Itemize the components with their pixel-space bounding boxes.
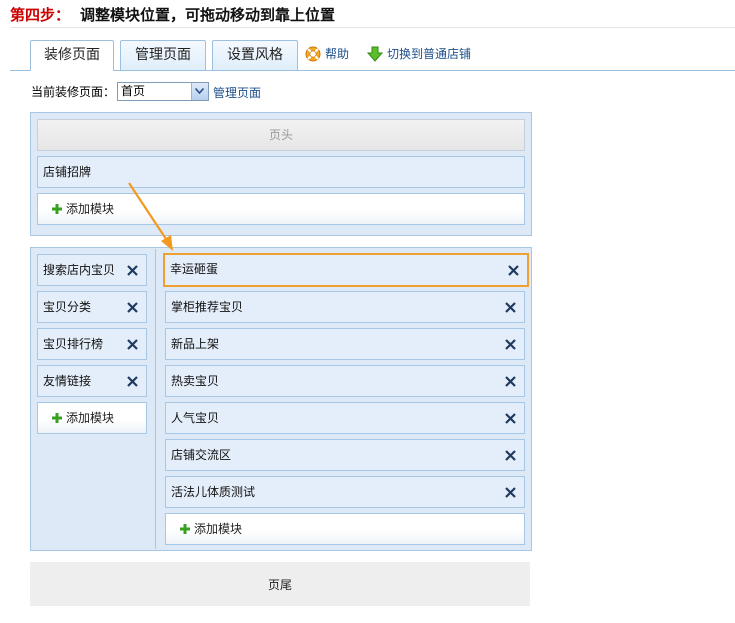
module-shop-sign[interactable]: 店铺招牌 <box>37 156 525 188</box>
close-icon <box>505 339 516 350</box>
plus-icon <box>52 413 62 423</box>
remove-module-button[interactable] <box>507 255 521 285</box>
remove-module-button[interactable] <box>126 366 140 396</box>
module-label: 宝贝排行榜 <box>43 337 104 351</box>
step-title: 第四步： 调整模块位置，可拖动移动到靠上位置 <box>10 4 335 26</box>
header-add-module-button[interactable]: 添加模块 <box>37 193 525 225</box>
help-label: 帮助 <box>325 47 350 61</box>
module-label: 店铺招牌 <box>43 165 92 179</box>
column-divider <box>155 249 156 549</box>
current-page-label: 当前装修页面： <box>31 85 116 99</box>
module-hot-items[interactable]: 热卖宝贝 <box>165 365 525 397</box>
page-select-value: 首页 <box>121 84 146 98</box>
switch-shop-label: 切换到普通店铺 <box>387 47 472 61</box>
plus-icon <box>52 204 62 214</box>
module-item-ranking[interactable]: 宝贝排行榜 <box>37 328 147 360</box>
down-arrow-icon <box>366 46 384 62</box>
close-icon <box>127 265 138 276</box>
tab-bar-line <box>10 70 735 71</box>
module-label: 人气宝贝 <box>171 411 220 425</box>
module-recommended-items[interactable]: 掌柜推荐宝贝 <box>165 291 525 323</box>
manage-page-link[interactable]: 管理页面 <box>213 86 261 100</box>
module-new-arrivals[interactable]: 新品上架 <box>165 328 525 360</box>
help-link[interactable]: 帮助 <box>305 44 349 64</box>
remove-module-button[interactable] <box>504 329 518 359</box>
add-module-label: 添加模块 <box>66 202 115 216</box>
module-constitution-test[interactable]: 活法儿体质测试 <box>165 476 525 508</box>
chevron-down-icon <box>195 88 204 94</box>
close-icon <box>127 376 138 387</box>
module-label: 搜索店内宝贝 <box>43 263 116 277</box>
select-arrow[interactable] <box>191 83 208 100</box>
close-icon <box>127 339 138 350</box>
page-footer-bar: 页尾 <box>30 562 530 606</box>
remove-module-button[interactable] <box>504 477 518 507</box>
tab-manage-page[interactable]: 管理页面 <box>120 40 206 70</box>
close-icon <box>505 302 516 313</box>
switch-shop-link[interactable]: 切换到普通店铺 <box>366 44 472 64</box>
close-icon <box>505 413 516 424</box>
left-add-module-button[interactable]: 添加模块 <box>37 402 147 434</box>
step-label: 第四步： <box>10 6 71 24</box>
close-icon <box>505 376 516 387</box>
remove-module-button[interactable] <box>504 366 518 396</box>
add-module-label: 添加模块 <box>194 522 243 536</box>
module-popular-items[interactable]: 人气宝贝 <box>165 402 525 434</box>
module-item-categories[interactable]: 宝贝分类 <box>37 291 147 323</box>
remove-module-button[interactable] <box>126 329 140 359</box>
remove-module-button[interactable] <box>126 292 140 322</box>
module-label: 幸运砸蛋 <box>170 262 219 276</box>
close-icon <box>505 487 516 498</box>
module-label: 热卖宝贝 <box>171 374 220 388</box>
module-label: 掌柜推荐宝贝 <box>171 300 244 314</box>
module-lucky-egg[interactable]: 幸运砸蛋 <box>163 253 529 287</box>
remove-module-button[interactable] <box>504 403 518 433</box>
close-icon <box>508 265 519 276</box>
title-divider <box>10 27 735 28</box>
page-select[interactable]: 首页 <box>117 82 209 101</box>
close-icon <box>127 302 138 313</box>
module-friend-links[interactable]: 友情链接 <box>37 365 147 397</box>
step-instruction: 调整模块位置，可拖动移动到靠上位置 <box>80 6 336 24</box>
tab-set-style[interactable]: 设置风格 <box>212 40 298 70</box>
add-module-label: 添加模块 <box>66 411 115 425</box>
tab-decorate-page[interactable]: 装修页面 <box>30 40 114 71</box>
page-header-bar: 页头 <box>37 119 525 151</box>
plus-icon <box>180 524 190 534</box>
module-search-items[interactable]: 搜索店内宝贝 <box>37 254 147 286</box>
remove-module-button[interactable] <box>126 255 140 285</box>
right-add-module-button[interactable]: 添加模块 <box>165 513 525 545</box>
module-label: 宝贝分类 <box>43 300 92 314</box>
module-label: 新品上架 <box>171 337 220 351</box>
module-label: 店铺交流区 <box>171 448 232 462</box>
lifebuoy-icon <box>305 46 321 62</box>
module-label: 活法儿体质测试 <box>171 485 256 499</box>
close-icon <box>505 450 516 461</box>
remove-module-button[interactable] <box>504 292 518 322</box>
module-label: 友情链接 <box>43 374 92 388</box>
remove-module-button[interactable] <box>504 440 518 470</box>
module-shop-forum[interactable]: 店铺交流区 <box>165 439 525 471</box>
